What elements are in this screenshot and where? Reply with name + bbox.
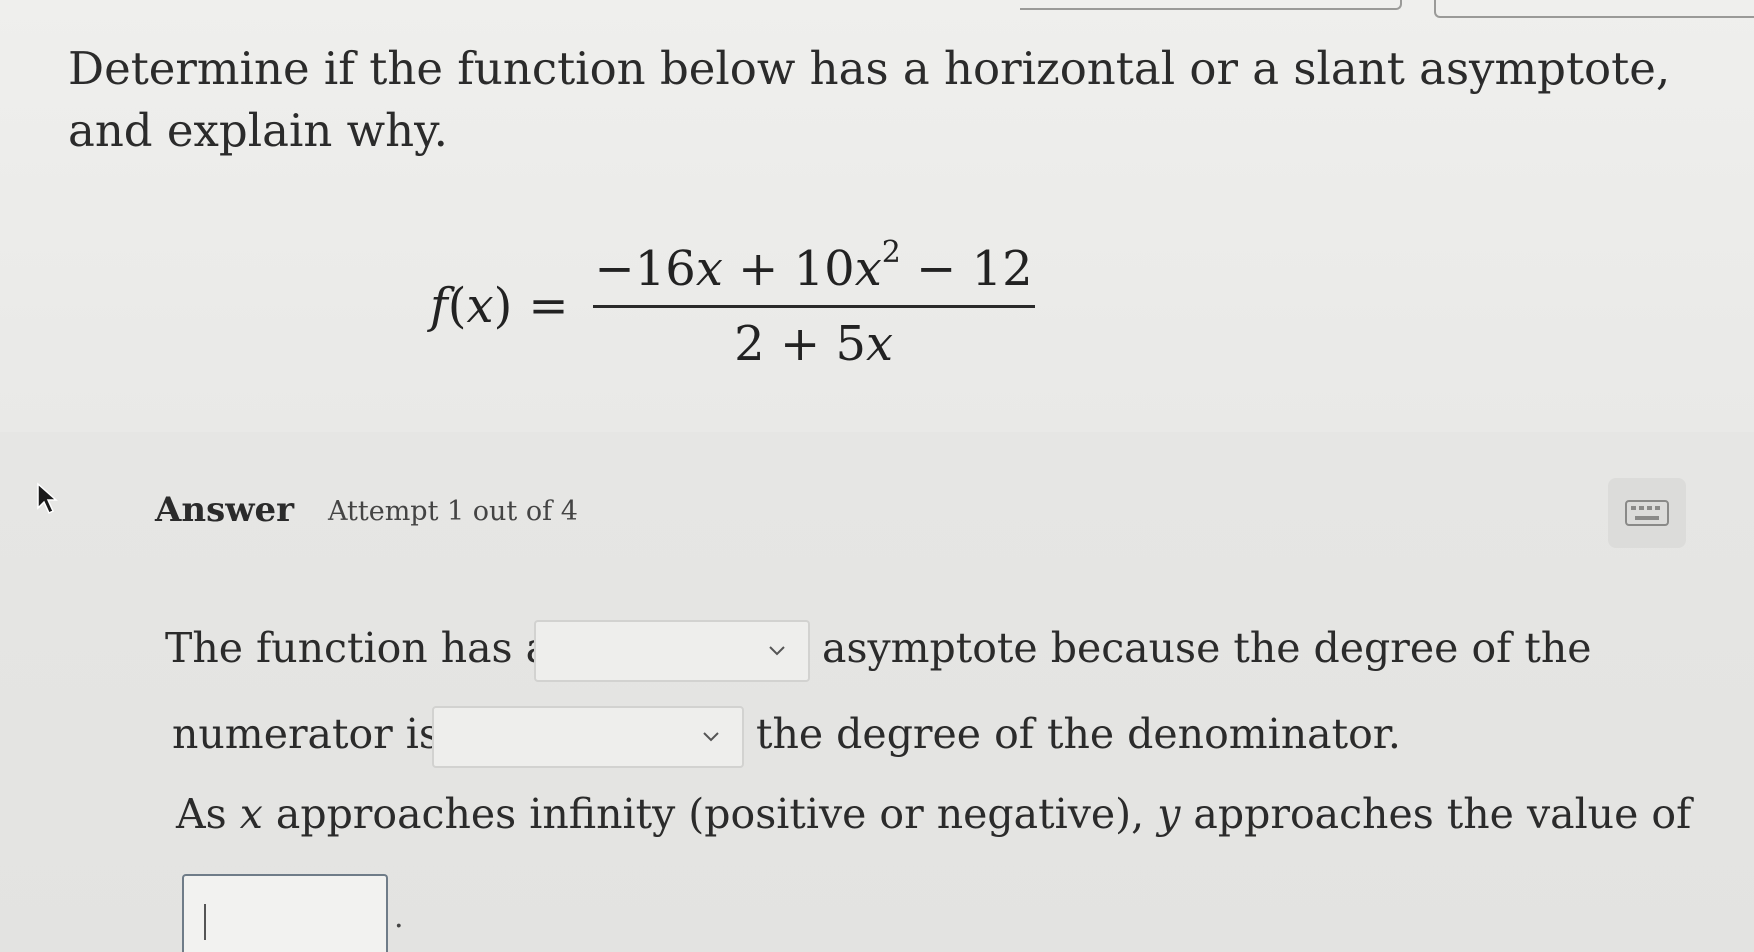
sentence-line1-start: The function has a	[165, 624, 551, 672]
sentence-line2-end: the degree of the denominator.	[756, 710, 1401, 758]
attempt-counter: Attempt 1 out of 4	[328, 496, 578, 527]
function-name: f	[430, 278, 448, 334]
sentence-line3: As x approaches infinity (positive or ne…	[176, 790, 1691, 838]
text-approaches-infinity: approaches infinity (positive or negativ…	[275, 790, 1145, 838]
numerator-term: + 10	[722, 240, 855, 297]
sentence-line1-end: asymptote because the degree of the	[822, 624, 1592, 672]
chevron-down-icon	[703, 732, 719, 742]
numerator: −16x + 10x2 − 12	[593, 235, 1035, 305]
numerator-exponent: 2	[881, 234, 901, 270]
numerator-variable: x	[854, 240, 882, 297]
answer-label: Answer	[155, 490, 295, 530]
numerator-term: −16	[594, 240, 696, 297]
denominator: 2 + 5x	[734, 308, 893, 372]
question-text: Determine if the function below has a ho…	[68, 42, 1671, 157]
keyboard-button[interactable]	[1608, 478, 1686, 548]
page: Determine if the function below has a ho…	[0, 0, 1754, 952]
variable-y: y	[1157, 790, 1181, 838]
text-as: As	[176, 790, 227, 838]
top-divider	[1434, 0, 1754, 18]
fraction: −16x + 10x2 − 12 2 + 5x	[592, 235, 1035, 372]
keyboard-icon	[1625, 500, 1669, 526]
numerator-term: − 12	[900, 240, 1033, 297]
function-formula: f(x) = −16x + 10x2 − 12 2 + 5x	[430, 235, 1035, 376]
formula-lhs: f(x)	[430, 278, 513, 334]
sentence-line2-start: numerator is	[172, 710, 440, 758]
text-caret	[204, 904, 206, 940]
function-variable: x	[466, 278, 494, 334]
asymptote-type-dropdown[interactable]	[534, 620, 810, 682]
limit-value-input[interactable]	[182, 874, 388, 952]
degree-comparison-dropdown[interactable]	[432, 706, 744, 768]
sentence-period: .	[394, 900, 404, 935]
denominator-variable: x	[865, 315, 894, 372]
text-approaches-value: approaches the value of	[1193, 790, 1692, 838]
denominator-term: 2 + 5	[734, 315, 866, 372]
numerator-variable: x	[695, 240, 723, 297]
equals-sign: =	[528, 278, 569, 334]
mouse-pointer-icon	[37, 482, 58, 515]
top-divider	[1020, 0, 1402, 10]
variable-x: x	[239, 790, 263, 838]
chevron-down-icon	[769, 646, 785, 656]
